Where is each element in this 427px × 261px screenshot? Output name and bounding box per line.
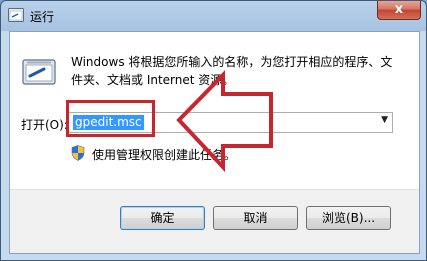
- shield-icon: [71, 145, 85, 161]
- ok-button[interactable]: 确定: [120, 206, 205, 230]
- cancel-button[interactable]: 取消: [213, 206, 298, 230]
- open-label: 打开(O):: [21, 118, 68, 132]
- window-title: 运行: [30, 10, 55, 24]
- browse-button[interactable]: 浏览(B)...: [306, 206, 391, 230]
- annotation-highlight-box: [66, 100, 155, 137]
- close-button[interactable]: x: [377, 1, 421, 20]
- close-icon: x: [394, 2, 404, 17]
- annotation-arrow-icon: [176, 70, 273, 173]
- run-icon: [8, 8, 24, 22]
- title-bar[interactable]: 运行 x: [1, 1, 426, 31]
- run-icon: [22, 59, 56, 85]
- chevron-down-icon[interactable]: ▼: [381, 115, 388, 125]
